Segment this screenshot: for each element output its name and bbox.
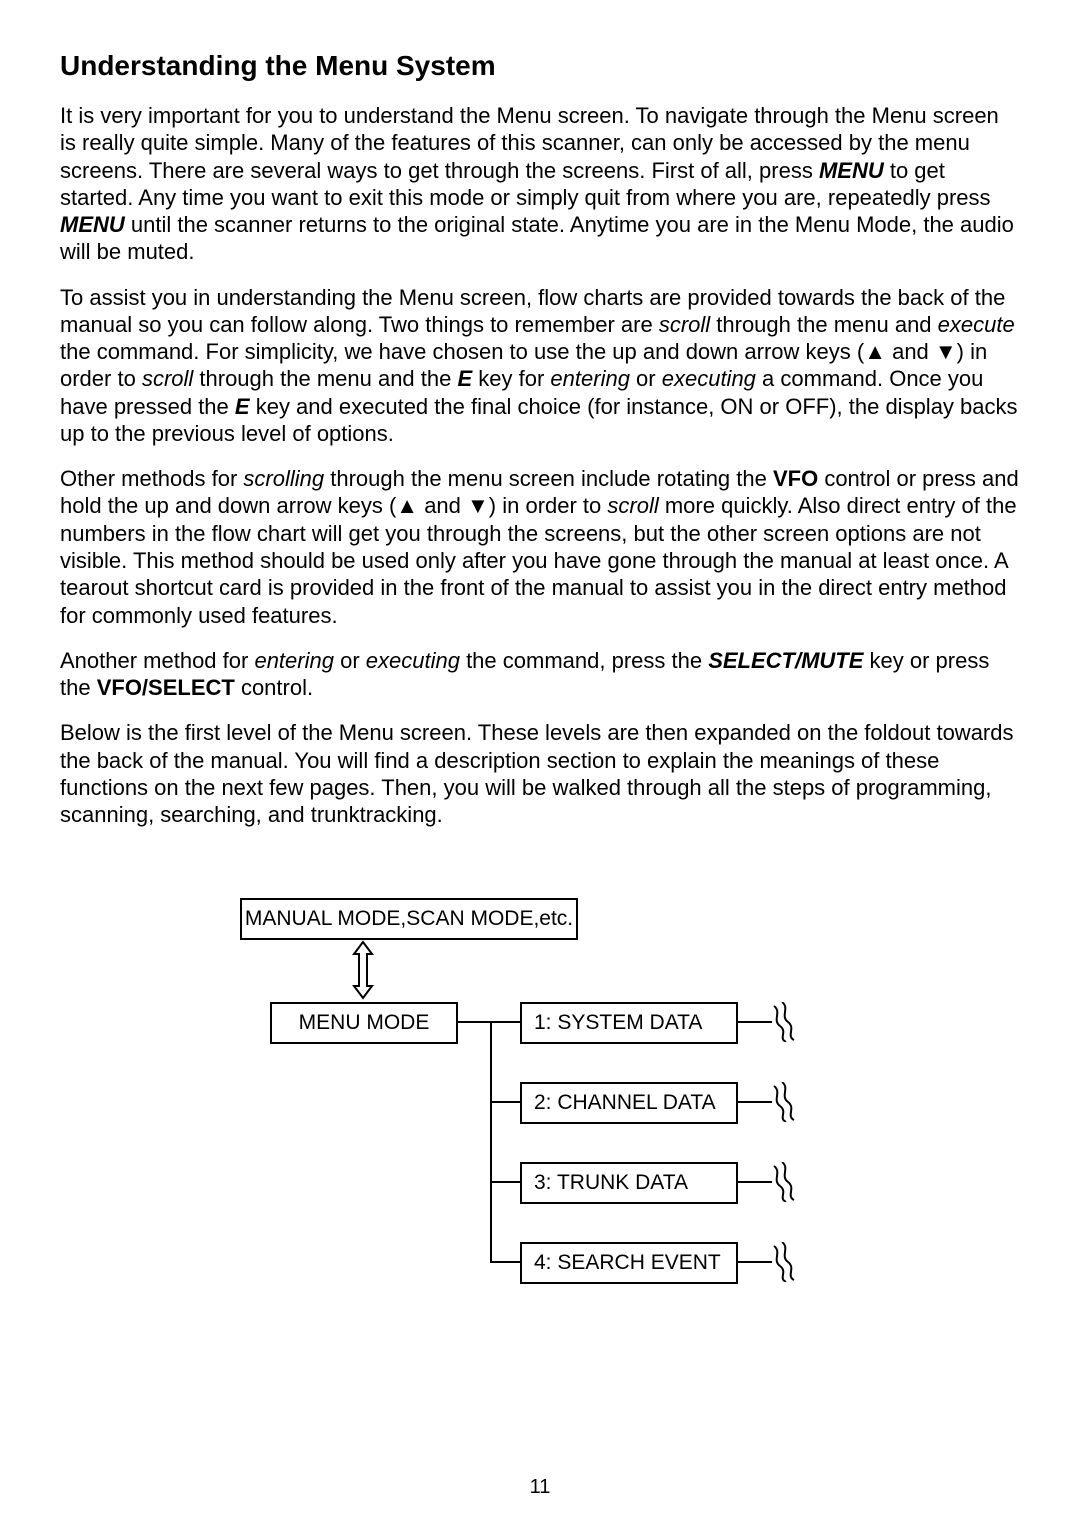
- term-executing: executing: [662, 366, 756, 391]
- text: control.: [235, 675, 313, 700]
- text: Another method for: [60, 648, 254, 673]
- double-arrow-icon: [350, 940, 376, 1000]
- paragraph-4: Another method for entering or executing…: [60, 647, 1020, 702]
- paragraph-2: To assist you in understanding the Menu …: [60, 284, 1020, 448]
- term-scroll: scroll: [142, 366, 193, 391]
- continuation-icon: [770, 1002, 798, 1042]
- diagram-line: [490, 1021, 520, 1023]
- key-select-mute: SELECT/MUTE: [708, 648, 863, 673]
- key-menu: MENU: [60, 212, 125, 237]
- control-vfo-select: VFO/SELECT: [97, 675, 235, 700]
- key-menu: MENU: [819, 158, 884, 183]
- diagram-option-box: 3: TRUNK DATA: [520, 1162, 738, 1204]
- diagram-line: [490, 1261, 520, 1263]
- paragraph-3: Other methods for scrolling through the …: [60, 465, 1020, 629]
- text: Other methods for: [60, 466, 243, 491]
- text: through the menu and the: [193, 366, 457, 391]
- term-entering: entering: [550, 366, 630, 391]
- term-executing: executing: [366, 648, 460, 673]
- diagram-line: [738, 1181, 772, 1183]
- term-execute: execute: [938, 312, 1015, 337]
- diagram-option-box: 4: SEARCH EVENT: [520, 1242, 738, 1284]
- text: through the menu screen include rotating…: [324, 466, 773, 491]
- diagram-top-box: MANUAL MODE,SCAN MODE,etc.: [240, 898, 578, 940]
- diagram-line: [490, 1022, 492, 1262]
- continuation-icon: [770, 1162, 798, 1202]
- diagram-line: [738, 1101, 772, 1103]
- key-e: E: [457, 366, 472, 391]
- key-e: E: [235, 394, 250, 419]
- text: through the menu and: [710, 312, 938, 337]
- continuation-icon: [770, 1082, 798, 1122]
- page-number: 11: [0, 1476, 1080, 1499]
- text: or: [334, 648, 366, 673]
- text: key for: [472, 366, 550, 391]
- section-title: Understanding the Menu System: [60, 50, 1020, 82]
- diagram-option-box: 2: CHANNEL DATA: [520, 1082, 738, 1124]
- diagram-line: [490, 1181, 520, 1183]
- diagram-line: [738, 1021, 772, 1023]
- text: until the scanner returns to the origina…: [60, 212, 1014, 264]
- diagram-option-box: 1: SYSTEM DATA: [520, 1002, 738, 1044]
- manual-page: Understanding the Menu System It is very…: [0, 0, 1080, 1529]
- paragraph-1: It is very important for you to understa…: [60, 102, 1020, 266]
- diagram-line: [458, 1021, 492, 1023]
- diagram-line: [490, 1101, 520, 1103]
- continuation-icon: [770, 1242, 798, 1282]
- diagram-line: [738, 1261, 772, 1263]
- menu-flow-diagram: MANUAL MODE,SCAN MODE,etc. MENU MODE 1: …: [180, 898, 900, 1328]
- term-scrolling: scrolling: [243, 466, 324, 491]
- text: the command, press the: [460, 648, 708, 673]
- term-scroll: scroll: [659, 312, 710, 337]
- paragraph-5: Below is the first level of the Menu scr…: [60, 719, 1020, 828]
- term-entering: entering: [254, 648, 334, 673]
- text: or: [630, 366, 662, 391]
- term-scroll: scroll: [607, 493, 658, 518]
- control-vfo: VFO: [773, 466, 818, 491]
- diagram-menu-mode-box: MENU MODE: [270, 1002, 458, 1044]
